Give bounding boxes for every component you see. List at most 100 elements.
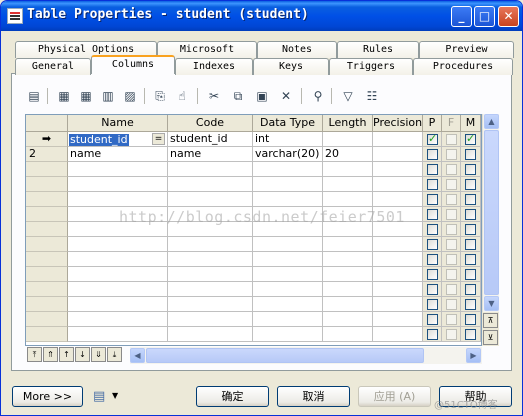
mandatory-checkbox[interactable] xyxy=(465,299,476,310)
empty-cell[interactable] xyxy=(68,327,168,342)
primary-checkbox[interactable] xyxy=(427,224,438,235)
primary-checkbox[interactable] xyxy=(427,254,438,265)
data-type-cell[interactable]: varchar(20) xyxy=(253,147,323,162)
row-header[interactable] xyxy=(26,222,68,237)
column-header-mandatory[interactable]: M xyxy=(461,115,481,132)
vertical-scrollbar[interactable]: ▲ ▼ xyxy=(482,114,499,312)
empty-cell[interactable] xyxy=(373,327,423,342)
empty-cell[interactable] xyxy=(168,297,253,312)
empty-cell[interactable] xyxy=(68,252,168,267)
empty-cell[interactable] xyxy=(253,282,323,297)
empty-cell[interactable] xyxy=(323,177,373,192)
minimize-button[interactable]: _ xyxy=(451,6,472,27)
mandatory-checkbox[interactable] xyxy=(465,209,476,220)
empty-cell[interactable] xyxy=(168,282,253,297)
empty-cell[interactable] xyxy=(68,177,168,192)
property-menu-button[interactable]: ▤ ▼ xyxy=(91,387,123,407)
mandatory-checkbox[interactable] xyxy=(465,224,476,235)
mandatory-checkbox[interactable] xyxy=(465,149,476,160)
empty-cell[interactable] xyxy=(253,312,323,327)
tab-triggers[interactable]: Triggers xyxy=(329,58,413,75)
precision-cell[interactable] xyxy=(373,132,423,147)
primary-checkbox[interactable] xyxy=(427,299,438,310)
empty-cell[interactable] xyxy=(253,162,323,177)
mandatory-checkbox[interactable] xyxy=(465,239,476,250)
mandatory-checkbox[interactable] xyxy=(465,179,476,190)
copy-icon[interactable]: ⧉ xyxy=(229,87,247,105)
column-header-name[interactable]: Name xyxy=(68,115,168,132)
cut-icon[interactable]: ✂ xyxy=(205,87,223,105)
empty-cell[interactable] xyxy=(373,252,423,267)
empty-cell[interactable] xyxy=(68,297,168,312)
move-to-top-icon[interactable]: ⤒ xyxy=(27,347,42,362)
length-cell[interactable]: 20 xyxy=(323,147,373,162)
column-header-primary[interactable]: P xyxy=(423,115,442,132)
row-header[interactable] xyxy=(26,162,68,177)
empty-cell[interactable] xyxy=(168,327,253,342)
empty-cell[interactable] xyxy=(68,267,168,282)
empty-cell[interactable] xyxy=(253,192,323,207)
empty-cell[interactable] xyxy=(168,192,253,207)
primary-checkbox[interactable] xyxy=(427,149,438,160)
empty-cell[interactable] xyxy=(323,327,373,342)
empty-cell[interactable] xyxy=(253,297,323,312)
scroll-right-button[interactable]: ▶ xyxy=(466,348,481,363)
mandatory-checkbox[interactable] xyxy=(465,284,476,295)
cancel-button[interactable]: 取消 xyxy=(277,386,350,407)
more-button[interactable]: More >> xyxy=(12,386,83,407)
insert-row-icon[interactable]: ▦ xyxy=(77,87,95,105)
empty-cell[interactable] xyxy=(253,267,323,282)
empty-cell[interactable] xyxy=(168,252,253,267)
move-up-icon[interactable]: ⊼ xyxy=(483,313,498,328)
tab-general[interactable]: General xyxy=(15,58,91,75)
primary-checkbox[interactable] xyxy=(427,329,438,340)
delete-icon[interactable]: ✕ xyxy=(277,87,295,105)
row-marker[interactable]: ➡ xyxy=(26,132,68,147)
scroll-left-button[interactable]: ◀ xyxy=(130,348,145,363)
row-header[interactable] xyxy=(26,327,68,342)
pointer-icon[interactable]: ☝ xyxy=(173,87,191,105)
empty-cell[interactable] xyxy=(253,327,323,342)
scroll-up-button[interactable]: ▲ xyxy=(484,114,499,129)
row-header[interactable] xyxy=(26,267,68,282)
tab-rules[interactable]: Rules xyxy=(337,41,419,58)
move-to-bottom-icon[interactable]: ⤓ xyxy=(107,347,122,362)
empty-cell[interactable] xyxy=(168,162,253,177)
mandatory-checkbox[interactable] xyxy=(465,132,476,145)
empty-cell[interactable] xyxy=(323,237,373,252)
empty-cell[interactable] xyxy=(253,177,323,192)
properties-icon[interactable]: ▤ xyxy=(25,87,43,105)
empty-cell[interactable] xyxy=(373,192,423,207)
scroll-down-button[interactable]: ▼ xyxy=(484,296,499,311)
empty-cell[interactable] xyxy=(373,177,423,192)
empty-cell[interactable] xyxy=(168,312,253,327)
row-header[interactable] xyxy=(26,207,68,222)
data-type-cell[interactable]: int xyxy=(253,132,323,147)
primary-checkbox[interactable] xyxy=(427,194,438,205)
column-header-foreign[interactable]: F xyxy=(442,115,461,132)
mandatory-checkbox[interactable] xyxy=(465,164,476,175)
row-header[interactable] xyxy=(26,297,68,312)
empty-cell[interactable] xyxy=(323,267,373,282)
export-icon[interactable]: ⎘ xyxy=(151,87,169,105)
name-cell[interactable]: student_id = xyxy=(68,132,168,147)
replicate-columns-icon[interactable]: ▨ xyxy=(121,87,139,105)
add-columns-icon[interactable]: ▥ xyxy=(99,87,117,105)
empty-cell[interactable] xyxy=(68,312,168,327)
empty-cell[interactable] xyxy=(323,282,373,297)
name-edit-input[interactable]: student_id xyxy=(69,134,129,146)
tab-keys[interactable]: Keys xyxy=(253,58,329,75)
column-header-code[interactable]: Code xyxy=(168,115,253,132)
precision-cell[interactable] xyxy=(373,147,423,162)
name-cell[interactable]: name xyxy=(68,147,168,162)
empty-cell[interactable] xyxy=(373,312,423,327)
row-header[interactable] xyxy=(26,252,68,267)
horizontal-scroll-thumb[interactable] xyxy=(146,348,424,363)
apply-button[interactable]: 应用 (A) xyxy=(358,386,431,407)
row-header[interactable] xyxy=(26,177,68,192)
tab-columns[interactable]: Columns xyxy=(91,55,175,74)
close-button[interactable]: ✕ xyxy=(498,6,519,27)
column-header-length[interactable]: Length xyxy=(323,115,373,132)
empty-cell[interactable] xyxy=(68,237,168,252)
move-up-one-icon[interactable]: ↑ xyxy=(59,347,74,362)
